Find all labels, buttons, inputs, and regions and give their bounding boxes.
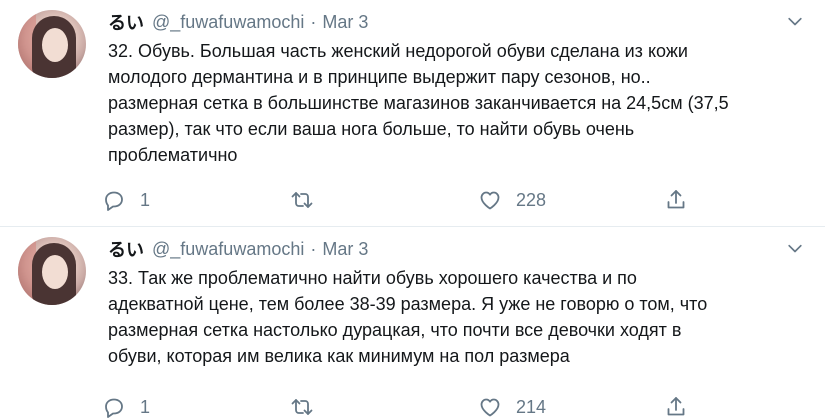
- retweet-icon: [290, 188, 314, 212]
- chevron-down-icon[interactable]: [785, 239, 805, 259]
- tweet-text: 33. Так же проблематично найти обувь хор…: [108, 265, 808, 369]
- reply-button[interactable]: 1: [102, 186, 150, 214]
- tweet[interactable]: るい @_fuwafuwamochi · Mar 3 32. Обувь. Бо…: [0, 0, 825, 226]
- tweet-text-line: 32. Обувь. Большая часть женский недорог…: [108, 41, 688, 61]
- tweet-text: 32. Обувь. Большая часть женский недорог…: [108, 38, 808, 168]
- retweet-button[interactable]: [290, 186, 328, 214]
- timeline: るい @_fuwafuwamochi · Mar 3 32. Обувь. Бо…: [0, 0, 825, 420]
- tweet-actions: 1 228: [102, 186, 722, 214]
- tweet-text-line: адекватной цене, тем более 38-39 размера…: [108, 294, 708, 314]
- user-handle[interactable]: @_fuwafuwamochi: [152, 12, 304, 33]
- tweet-text-line: 33. Так же проблематично найти обувь хор…: [108, 268, 637, 288]
- user-handle[interactable]: @_fuwafuwamochi: [152, 239, 304, 260]
- share-icon: [664, 188, 688, 212]
- like-count: 228: [516, 189, 547, 210]
- like-button[interactable]: 214: [478, 393, 546, 420]
- share-icon: [664, 395, 688, 419]
- tweet-text-line: молодого дермантина и в принципе выдержи…: [108, 67, 651, 87]
- display-name[interactable]: るい: [108, 9, 144, 35]
- tweet-text-line: обуви, которая им велика как минимум на …: [108, 346, 570, 366]
- reply-count: 1: [140, 396, 151, 417]
- share-button[interactable]: [664, 393, 688, 420]
- tweet-date[interactable]: Mar 3: [322, 239, 368, 260]
- tweet-actions: 1 214: [102, 393, 722, 420]
- tweet-header: るい @_fuwafuwamochi · Mar 3: [108, 10, 368, 34]
- separator-dot: ·: [310, 238, 317, 259]
- retweet-button[interactable]: [290, 393, 328, 420]
- like-count: 214: [516, 396, 547, 417]
- chevron-down-icon[interactable]: [785, 12, 805, 32]
- like-button[interactable]: 228: [478, 186, 546, 214]
- tweet-text-line: размерная сетка настолько дурацкая, что …: [108, 320, 682, 340]
- avatar[interactable]: [18, 10, 86, 78]
- display-name[interactable]: るい: [108, 236, 144, 262]
- heart-icon: [478, 395, 502, 419]
- retweet-icon: [290, 395, 314, 419]
- tweet-header: るい @_fuwafuwamochi · Mar 3: [108, 237, 368, 261]
- avatar[interactable]: [18, 237, 86, 305]
- heart-icon: [478, 188, 502, 212]
- tweet-text-line: размер), так что если ваша нога больше, …: [108, 119, 635, 139]
- reply-count: 1: [140, 189, 151, 210]
- reply-button[interactable]: 1: [102, 393, 150, 420]
- reply-icon: [102, 188, 126, 212]
- tweet[interactable]: るい @_fuwafuwamochi · Mar 3 33. Так же пр…: [0, 227, 825, 420]
- tweet-text-line: размерная сетка в большинстве магазинов …: [108, 93, 729, 113]
- tweet-text-line: проблематично: [108, 145, 238, 165]
- reply-icon: [102, 395, 126, 419]
- tweet-date[interactable]: Mar 3: [322, 12, 368, 33]
- separator-dot: ·: [310, 11, 317, 32]
- share-button[interactable]: [664, 186, 688, 214]
